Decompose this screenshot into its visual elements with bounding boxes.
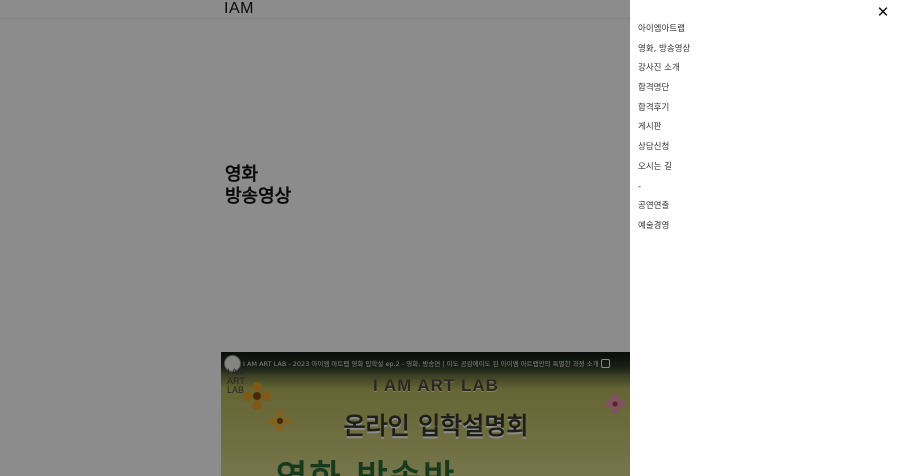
page: IAM 영화 방송영상 I AM ART LAB I AM ART LAB - … <box>0 0 900 476</box>
menu-item[interactable]: 오시는 길 <box>638 158 690 178</box>
menu-item[interactable]: 영화, 방송영상 <box>638 40 690 60</box>
menu-item[interactable]: - <box>638 178 690 198</box>
menu-item[interactable]: 강사진 소개 <box>638 59 690 79</box>
menu-item[interactable]: 아이엠아트랩 <box>638 20 690 40</box>
menu-list: 아이엠아트랩 영화, 방송영상 강사진 소개 합격명단 합격후기 게시판 상담신청 오시는 길… <box>638 20 690 237</box>
menu-item[interactable]: 공연연출 <box>638 197 690 217</box>
menu-item[interactable]: 예술경영 <box>638 217 690 237</box>
menu-backdrop-overlay[interactable] <box>0 0 630 476</box>
menu-item[interactable]: 합격명단 <box>638 79 690 99</box>
side-menu: ✕ 아이엠아트랩 영화, 방송영상 강사진 소개 합격명단 합격후기 게시판 상담신청 오시는… <box>630 0 900 476</box>
menu-item[interactable]: 게시판 <box>638 118 690 138</box>
close-icon[interactable]: ✕ <box>874 3 892 21</box>
menu-item[interactable]: 상담신청 <box>638 138 690 158</box>
menu-item[interactable]: 합격후기 <box>638 99 690 119</box>
